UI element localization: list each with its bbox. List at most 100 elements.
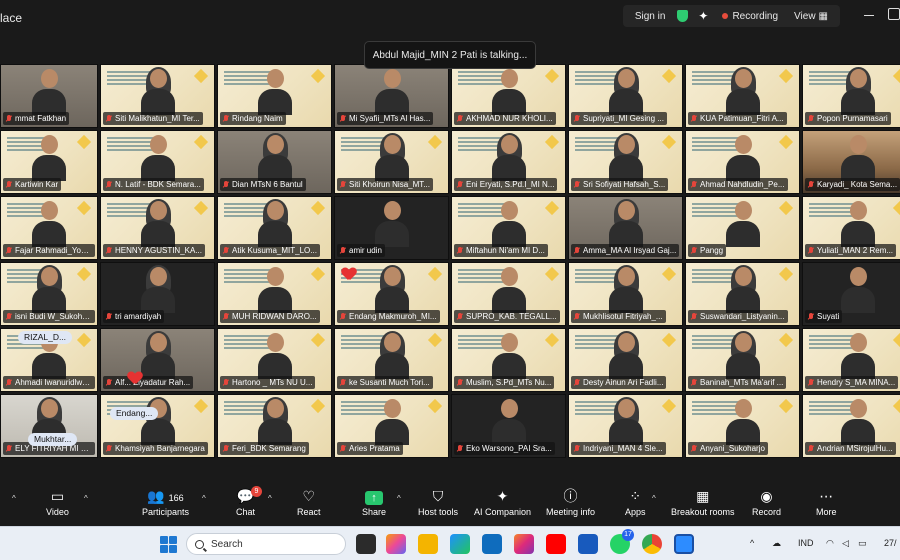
participant-tile[interactable]: Alf... Ziyadatur Rah... xyxy=(100,328,215,392)
participant-tile[interactable]: Atik Kusuma_MIT_LO... xyxy=(217,196,332,260)
participant-tile[interactable]: Mukhlisotul Fitriyah_... xyxy=(568,262,683,326)
participant-tile[interactable]: Baninah_MTs Ma'arif ... xyxy=(685,328,800,392)
ai-sparkle-icon[interactable]: ✦ xyxy=(698,9,708,23)
edge-browser-icon[interactable] xyxy=(450,534,470,554)
view-button[interactable]: View ▦ xyxy=(786,5,836,27)
participant-tile[interactable]: N. Latif - BDK Semara... xyxy=(100,130,215,194)
participant-tile[interactable]: Indriyani_MAN 4 Sle... xyxy=(568,394,683,458)
participant-tile[interactable]: Khamsiyah Banjarnegara xyxy=(100,394,215,458)
participant-tile[interactable]: Suswandari_Listyanin... xyxy=(685,262,800,326)
participant-tile[interactable]: ke Susanti Much Tori... xyxy=(334,328,449,392)
mic-muted-icon xyxy=(807,246,814,255)
participant-tile[interactable]: Ahmad Nahdludin_Pe... xyxy=(685,130,800,194)
participant-tile[interactable]: AKHMAD NUR KHOLI... xyxy=(451,64,566,128)
participant-tile[interactable]: Siti Malikhatun_MI Ter... xyxy=(100,64,215,128)
task-view-icon[interactable] xyxy=(356,534,376,554)
participants-button[interactable]: 👥 166 Participants xyxy=(142,488,189,517)
taskbar-search[interactable]: Search xyxy=(186,533,346,555)
clock-date[interactable]: 27/ xyxy=(884,538,897,548)
minimize-icon[interactable] xyxy=(864,15,874,16)
share-button[interactable]: Share xyxy=(362,488,386,517)
mic-muted-icon xyxy=(456,312,463,321)
window-title: lace xyxy=(0,11,23,25)
apps-button[interactable]: ⁘ Apps xyxy=(625,488,646,517)
instagram-icon[interactable] xyxy=(514,534,534,554)
participant-name-label: Anyani_Sukoharjo xyxy=(688,442,768,455)
recording-indicator[interactable]: Recording xyxy=(714,5,786,27)
participant-tile[interactable]: Amma_MA Al Irsyad Gaj... xyxy=(568,196,683,260)
breakout-rooms-button[interactable]: ▦ Breakout rooms xyxy=(671,488,735,517)
participant-tile[interactable]: Hartono _ MTs NU U... xyxy=(217,328,332,392)
participant-tile[interactable]: Andrian MSirojulHu... xyxy=(802,394,900,458)
maximize-icon[interactable] xyxy=(888,8,900,20)
sign-in-button[interactable]: Sign in xyxy=(627,5,674,27)
participant-tile[interactable]: Sri Sofiyati Hafsah_S... xyxy=(568,130,683,194)
info-icon: ⓘ xyxy=(563,488,578,504)
participant-tile[interactable]: Karyadi_ Kota Sema... xyxy=(802,130,900,194)
share-options-chevron-icon[interactable]: ^ xyxy=(397,494,401,503)
participant-tile[interactable]: Siti Khoirun Nisa_MT... xyxy=(334,130,449,194)
participant-tile[interactable]: Miftahun Ni'am MI D... xyxy=(451,196,566,260)
zoom-app-icon[interactable] xyxy=(674,534,694,554)
meeting-info-button[interactable]: ⓘ Meeting info xyxy=(546,488,595,517)
react-button[interactable]: ♡ React xyxy=(297,488,321,517)
participant-tile[interactable]: Hendry S_MA MINA... xyxy=(802,328,900,392)
ai-companion-button[interactable]: ✦ AI Companion xyxy=(474,488,531,517)
participant-tile[interactable]: ELY FITRIYAH MI NU J... xyxy=(0,394,98,458)
participant-tile[interactable]: SUPRO_KAB. TEGALL... xyxy=(451,262,566,326)
tray-overflow-chevron-icon[interactable]: ^ xyxy=(750,538,754,548)
video-button[interactable]: ▭ Video xyxy=(46,488,69,517)
participant-tile[interactable]: Pangg xyxy=(685,196,800,260)
participant-tile[interactable]: Rindang Naim xyxy=(217,64,332,128)
participant-tile[interactable]: Feri_BDK Semarang xyxy=(217,394,332,458)
copilot-icon[interactable] xyxy=(386,534,406,554)
participant-video xyxy=(608,397,643,445)
participant-tile[interactable]: Eko Warsono_PAI Sra... xyxy=(451,394,566,458)
participant-tile[interactable]: MUH RIDWAN DARO... xyxy=(217,262,332,326)
participant-tile[interactable]: Desty Ainun Ari Fadli... xyxy=(568,328,683,392)
more-button[interactable]: ⋯ More xyxy=(816,488,837,517)
participant-tile[interactable]: HENNY AGUSTIN_KA... xyxy=(100,196,215,260)
participant-tile[interactable]: mmat Fatkhan xyxy=(0,64,98,128)
windows-start-icon[interactable] xyxy=(160,536,177,553)
participant-tile[interactable]: Anyani_Sukoharjo xyxy=(685,394,800,458)
host-tools-button[interactable]: ⛉ Host tools xyxy=(418,488,458,517)
participant-tile[interactable]: Dian MTsN 6 Bantul xyxy=(217,130,332,194)
participants-options-chevron-icon[interactable]: ^ xyxy=(202,494,206,503)
wifi-icon[interactable]: ◠ xyxy=(826,538,834,549)
apps-options-chevron-icon[interactable]: ^ xyxy=(652,494,656,503)
chrome-icon[interactable] xyxy=(642,534,662,554)
participant-tile[interactable]: isni Budi W_Sukoharjo xyxy=(0,262,98,326)
word-icon[interactable] xyxy=(578,534,598,554)
participant-tile[interactable]: Kartiwin Kar xyxy=(0,130,98,194)
participant-tile[interactable]: amir udin xyxy=(334,196,449,260)
participant-tile[interactable]: Muslim, S.Pd_MTs Nu... xyxy=(451,328,566,392)
participant-tile[interactable]: Popon Purnamasari xyxy=(802,64,900,128)
volume-icon[interactable]: ◁ xyxy=(842,538,849,549)
participant-name-label: Ahmadi Iwanuridlwan... xyxy=(3,376,95,389)
participant-name: AKHMAD NUR KHOLI... xyxy=(466,114,553,123)
participant-tile[interactable]: Supriyati_MI Gesing ... xyxy=(568,64,683,128)
battery-icon[interactable]: ▭ xyxy=(858,538,867,549)
participant-tile[interactable]: Aries Pratama xyxy=(334,394,449,458)
participant-tile[interactable]: Yuliati_MAN 2 Rem... xyxy=(802,196,900,260)
participant-tile[interactable]: Mi Syafii_MTs Al Has... xyxy=(334,64,449,128)
youtube-icon[interactable] xyxy=(546,534,566,554)
participant-tile[interactable]: tri amardiyah xyxy=(100,262,215,326)
encryption-shield-icon[interactable] xyxy=(677,10,689,22)
video-options-chevron-icon[interactable]: ^ xyxy=(84,494,88,503)
chat-options-chevron-icon[interactable]: ^ xyxy=(268,494,272,503)
participant-tile[interactable]: KUA Patimuan_Fitri A... xyxy=(685,64,800,128)
heart-outline-icon: ♡ xyxy=(302,488,316,504)
participant-tile[interactable]: Eni Eryati, S.Pd.I_MI N... xyxy=(451,130,566,194)
participant-tile[interactable]: Suyati xyxy=(802,262,900,326)
audio-options-chevron-icon[interactable]: ^ xyxy=(12,494,16,503)
onedrive-icon[interactable]: ☁ xyxy=(772,538,781,549)
floating-name-mukhtar: Mukhtar... xyxy=(28,433,78,446)
record-button[interactable]: ◉ Record xyxy=(752,488,781,517)
outlook-icon[interactable] xyxy=(482,534,502,554)
participant-tile[interactable]: Fajar Rahmadi_Yogya... xyxy=(0,196,98,260)
file-explorer-icon[interactable] xyxy=(418,534,438,554)
participant-name-label: Hartono _ MTs NU U... xyxy=(220,376,316,389)
language-indicator[interactable]: IND xyxy=(798,538,814,548)
